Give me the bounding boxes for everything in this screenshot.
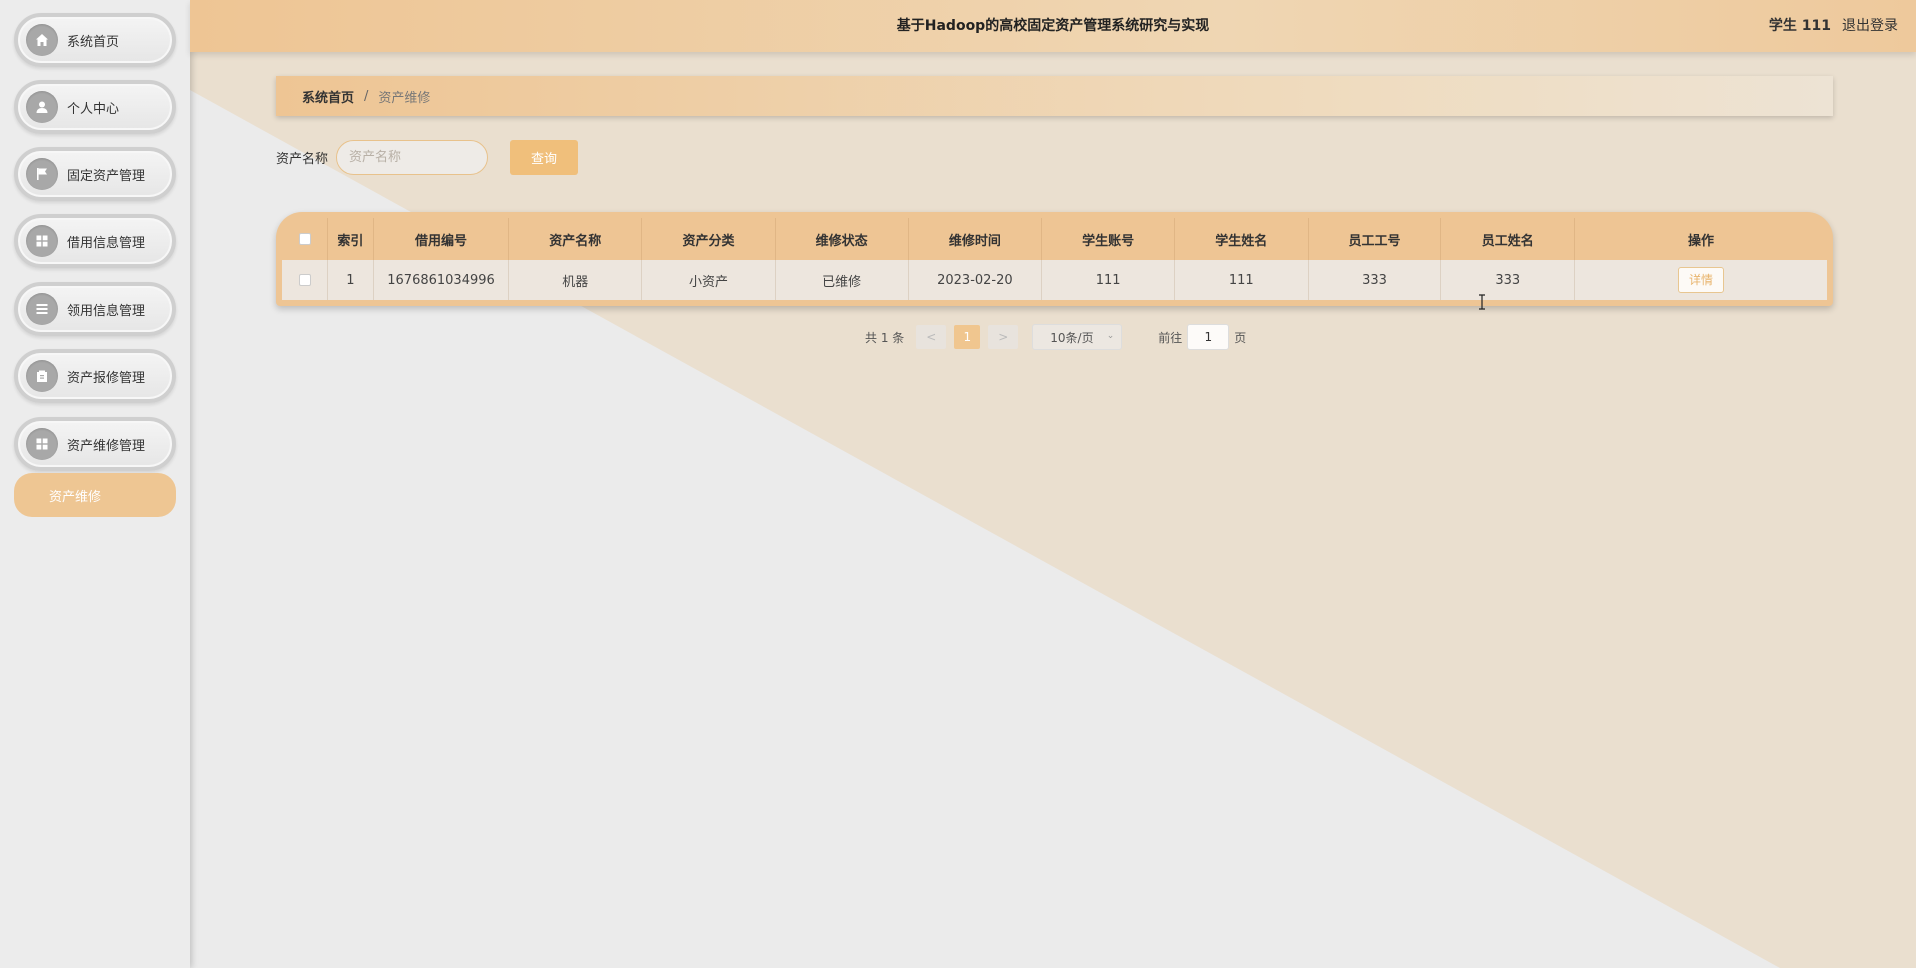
goto-label: 前往	[1158, 330, 1183, 345]
cell-student-account: 111	[1041, 260, 1175, 300]
cell-action: 详情	[1574, 260, 1827, 300]
prev-page-button[interactable]: <	[916, 325, 947, 349]
cell-borrow-no: 1676861034996	[373, 260, 510, 300]
page-number-1[interactable]: 1	[954, 325, 981, 349]
sidebar-item-label: 固定资产管理	[67, 168, 146, 184]
detail-button[interactable]: 详情	[1678, 267, 1725, 293]
current-user: 学生 111	[1768, 18, 1831, 34]
grid-icon	[26, 428, 58, 460]
column-header: 学生账号	[1041, 218, 1175, 260]
sidebar-item-label: 资产报修管理	[67, 370, 146, 386]
breadcrumb: 系统首页 / 资产维修	[276, 76, 1833, 116]
page-size-select[interactable]: 10条/页 ⌄	[1032, 324, 1123, 350]
select-all-checkbox[interactable]	[298, 233, 311, 245]
query-button[interactable]: 查询	[510, 140, 578, 175]
column-header: 借用编号	[373, 218, 510, 260]
data-table: 索引 借用编号 资产名称 资产分类 维修状态 维修时间 学生账号 学生姓名 员工…	[276, 212, 1833, 306]
clipboard-icon	[26, 360, 58, 392]
sidebar-item-report-repair[interactable]: 资产报修管理	[14, 349, 176, 403]
cell-repair-time: 2023-02-20	[908, 260, 1043, 300]
sidebar-item-label: 系统首页	[67, 34, 120, 50]
column-header: 维修时间	[908, 218, 1043, 260]
list-icon	[26, 293, 58, 325]
background-wedge	[190, 0, 1916, 968]
sidebar-item-repair[interactable]: 资产维修管理	[14, 417, 176, 471]
column-header: 学生姓名	[1174, 218, 1309, 260]
flag-icon	[26, 158, 58, 190]
cell-asset-name: 机器	[508, 260, 643, 300]
asset-name-search-input[interactable]	[336, 140, 488, 175]
user-icon	[26, 91, 58, 123]
sidebar-item-home[interactable]: 系统首页	[14, 13, 176, 67]
pagination-total: 共 1 条	[865, 330, 905, 345]
cell-index: 1	[327, 260, 374, 300]
sidebar: 系统首页 个人中心 固定资产管理 借用信息管理 领用信息管理 资产报修管理 资产…	[0, 0, 190, 968]
sidebar-item-label: 领用信息管理	[67, 303, 146, 319]
breadcrumb-separator: /	[364, 88, 369, 104]
page-size-value: 10条/页	[1050, 330, 1094, 345]
column-header: 员工工号	[1308, 218, 1442, 260]
row-select-cell	[282, 260, 329, 300]
goto-page-input[interactable]	[1187, 324, 1230, 350]
search-label: 资产名称	[276, 152, 329, 167]
home-icon	[26, 24, 58, 56]
column-header: 维修状态	[775, 218, 909, 260]
sidebar-item-label: 个人中心	[67, 101, 120, 117]
sidebar-item-personal[interactable]: 个人中心	[14, 80, 176, 134]
column-header: 索引	[327, 218, 374, 260]
column-header: 资产分类	[641, 218, 776, 260]
text-cursor-icon	[1479, 294, 1485, 310]
column-header: 操作	[1688, 233, 1715, 249]
cell-staff-name: 333	[1440, 260, 1576, 300]
logout-link[interactable]: 退出登录	[1842, 0, 1898, 52]
row-checkbox[interactable]	[298, 274, 311, 286]
sidebar-item-fixed-assets[interactable]: 固定资产管理	[14, 147, 176, 201]
app-title: 基于Hadoop的高校固定资产管理系统研究与实现	[896, 18, 1210, 34]
pagination: 共 1 条 < 1 > 10条/页 ⌄ 前往 页	[865, 324, 1246, 350]
chevron-down-icon: ⌄	[1106, 331, 1115, 341]
table-row: 1 1676861034996 机器 小资产 已维修 2023-02-20 11…	[282, 260, 1827, 300]
cell-asset-category: 小资产	[641, 260, 776, 300]
cell-staff-no: 333	[1308, 260, 1442, 300]
sidebar-item-borrow[interactable]: 借用信息管理	[14, 214, 176, 268]
select-all-header	[282, 218, 329, 260]
cell-student-name: 111	[1174, 260, 1309, 300]
sidebar-item-receive[interactable]: 领用信息管理	[14, 282, 176, 336]
goto-suffix: 页	[1234, 330, 1247, 345]
column-header: 员工姓名	[1440, 218, 1576, 260]
breadcrumb-current: 资产维修	[378, 90, 431, 106]
cell-repair-status: 已维修	[775, 260, 909, 300]
breadcrumb-home[interactable]: 系统首页	[302, 87, 354, 106]
column-header: 资产名称	[508, 218, 643, 260]
sidebar-item-label: 资产维修管理	[67, 438, 146, 454]
top-header: 基于Hadoop的高校固定资产管理系统研究与实现 学生 111 退出登录	[190, 0, 1916, 52]
grid-icon	[26, 225, 58, 257]
sidebar-subitem-asset-repair[interactable]: 资产维修	[14, 473, 176, 517]
sidebar-item-label: 借用信息管理	[67, 235, 146, 251]
table-header-row: 索引 借用编号 资产名称 资产分类 维修状态 维修时间 学生账号 学生姓名 员工…	[282, 218, 1827, 260]
next-page-button[interactable]: >	[988, 325, 1019, 349]
